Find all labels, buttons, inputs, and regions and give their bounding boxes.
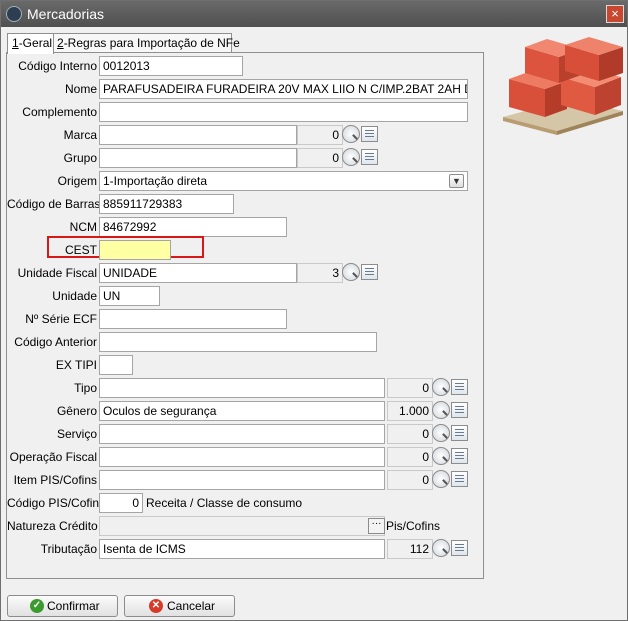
- operacao-fiscal-search-icon[interactable]: [432, 447, 450, 465]
- tipo-field[interactable]: [99, 378, 385, 398]
- cest-field[interactable]: [99, 240, 171, 260]
- tributacao-search-icon[interactable]: [432, 539, 450, 557]
- close-button[interactable]: ×: [606, 5, 624, 23]
- origem-label: Origem: [57, 174, 97, 188]
- servico-list-icon[interactable]: [451, 425, 468, 441]
- origem-selected-value: 1-Importação direta: [103, 174, 208, 188]
- chevron-down-icon[interactable]: ▼: [449, 174, 464, 188]
- confirmar-label: Confirmar: [47, 599, 100, 613]
- servico-label: Serviço: [56, 427, 97, 441]
- genero-list-icon[interactable]: [451, 402, 468, 418]
- confirmar-button[interactable]: ✓ Confirmar: [7, 595, 118, 617]
- unidade-fiscal-field[interactable]: UNIDADE: [99, 263, 297, 283]
- marca-search-icon[interactable]: [342, 125, 360, 143]
- marca-field[interactable]: [99, 125, 297, 145]
- tipo-code-field[interactable]: 0: [387, 378, 433, 398]
- natureza-credito-suffix: Pis/Cofins: [386, 519, 441, 533]
- tipo-label: Tipo: [74, 381, 97, 395]
- codigo-pis-cofins-description: Receita / Classe de consumo: [146, 496, 303, 510]
- operacao-fiscal-list-icon[interactable]: [451, 448, 468, 464]
- cest-label: CEST: [64, 243, 97, 257]
- codigo-barras-label: Código de Barras: [7, 197, 101, 211]
- item-pis-cofins-list-icon[interactable]: [451, 471, 468, 487]
- natureza-credito-field[interactable]: [99, 516, 385, 536]
- nome-label: Nome: [64, 82, 97, 96]
- operacao-fiscal-code-field[interactable]: 0: [387, 447, 433, 467]
- ncm-field[interactable]: 84672992: [99, 217, 287, 237]
- check-icon: ✓: [30, 599, 44, 613]
- servico-search-icon[interactable]: [432, 424, 450, 442]
- origem-select[interactable]: 1-Importação direta ▼: [99, 171, 468, 191]
- natureza-credito-label: Natureza Crédito: [7, 519, 98, 533]
- item-pis-cofins-label: Item PIS/Cofins: [13, 473, 97, 487]
- grupo-code-field[interactable]: 0: [297, 148, 343, 168]
- tab-regras-importacao-nfe[interactable]: 2-Regras para Importação de NFe: [52, 33, 240, 53]
- tab-geral-hotkey: 1: [12, 36, 19, 50]
- codigo-barras-field[interactable]: 885911729383: [99, 194, 234, 214]
- genero-field[interactable]: Oculos de segurança: [99, 401, 385, 421]
- tab-geral-label: -Geral: [18, 36, 53, 50]
- genero-label: Gênero: [56, 404, 97, 418]
- genero-code-field[interactable]: 1.000: [387, 401, 433, 421]
- cancelar-button[interactable]: ✕ Cancelar: [124, 595, 235, 617]
- complemento-label: Complemento: [22, 105, 97, 119]
- codigo-interno-field[interactable]: 0012013: [99, 56, 243, 76]
- unidade-label: Unidade: [52, 289, 97, 303]
- mercadorias-window: Mercadorias × 1-Geral 2-Regras para Impo…: [0, 0, 628, 621]
- title-bar: Mercadorias ×: [1, 1, 627, 27]
- grupo-list-icon[interactable]: [361, 149, 378, 165]
- boxes-on-pallet-image: [503, 37, 623, 135]
- natureza-credito-ellipsis-button[interactable]: ···: [368, 518, 385, 534]
- serie-ecf-field[interactable]: [99, 309, 287, 329]
- tributacao-list-icon[interactable]: [451, 540, 468, 556]
- cancelar-label: Cancelar: [167, 599, 216, 613]
- grupo-search-icon[interactable]: [342, 148, 360, 166]
- tributacao-code-field[interactable]: 112: [387, 539, 433, 559]
- window-title: Mercadorias: [27, 6, 105, 22]
- tipo-list-icon[interactable]: [451, 379, 468, 395]
- unidade-fiscal-label: Unidade Fiscal: [17, 266, 97, 280]
- codigo-interno-label: Código Interno: [18, 59, 97, 73]
- serie-ecf-label: Nº Série ECF: [25, 312, 97, 326]
- operacao-fiscal-label: Operação Fiscal: [9, 450, 97, 464]
- ncm-label: NCM: [69, 220, 97, 234]
- tab-regras-label: -Regras para Importação de NFe: [63, 36, 240, 50]
- tributacao-label: Tributação: [40, 542, 97, 556]
- product-image: [499, 31, 627, 135]
- marca-list-icon[interactable]: [361, 126, 378, 142]
- app-logo-icon: [6, 6, 22, 22]
- marca-code-field[interactable]: 0: [297, 125, 343, 145]
- tab-regras-hotkey: 2: [57, 36, 64, 50]
- codigo-pis-cofins-label: Código PIS/Cofins: [7, 496, 106, 510]
- unidade-fiscal-list-icon[interactable]: [361, 264, 378, 280]
- tab-geral[interactable]: 1-Geral: [7, 33, 54, 54]
- servico-code-field[interactable]: 0: [387, 424, 433, 444]
- codigo-anterior-label: Código Anterior: [14, 335, 97, 349]
- ex-tipi-field[interactable]: [99, 355, 133, 375]
- codigo-pis-cofins-field[interactable]: 0: [99, 493, 143, 513]
- item-pis-cofins-field[interactable]: [99, 470, 385, 490]
- servico-field[interactable]: [99, 424, 385, 444]
- tributacao-field[interactable]: Isenta de ICMS: [99, 539, 385, 559]
- genero-search-icon[interactable]: [432, 401, 450, 419]
- codigo-anterior-field[interactable]: [99, 332, 377, 352]
- item-pis-cofins-code-field[interactable]: 0: [387, 470, 433, 490]
- grupo-label: Grupo: [63, 151, 97, 165]
- grupo-field[interactable]: [99, 148, 297, 168]
- item-pis-cofins-search-icon[interactable]: [432, 470, 450, 488]
- unidade-field[interactable]: UN: [99, 286, 160, 306]
- operacao-fiscal-field[interactable]: [99, 447, 385, 467]
- unidade-fiscal-search-icon[interactable]: [342, 263, 360, 281]
- unidade-fiscal-code-field[interactable]: 3: [297, 263, 343, 283]
- complemento-field[interactable]: [99, 102, 468, 122]
- nome-field[interactable]: PARAFUSADEIRA FURADEIRA 20V MAX LIIO N C…: [99, 79, 468, 99]
- ex-tipi-label: EX TIPI: [55, 358, 97, 372]
- marca-label: Marca: [63, 128, 97, 142]
- tipo-search-icon[interactable]: [432, 378, 450, 396]
- cancel-icon: ✕: [149, 599, 163, 613]
